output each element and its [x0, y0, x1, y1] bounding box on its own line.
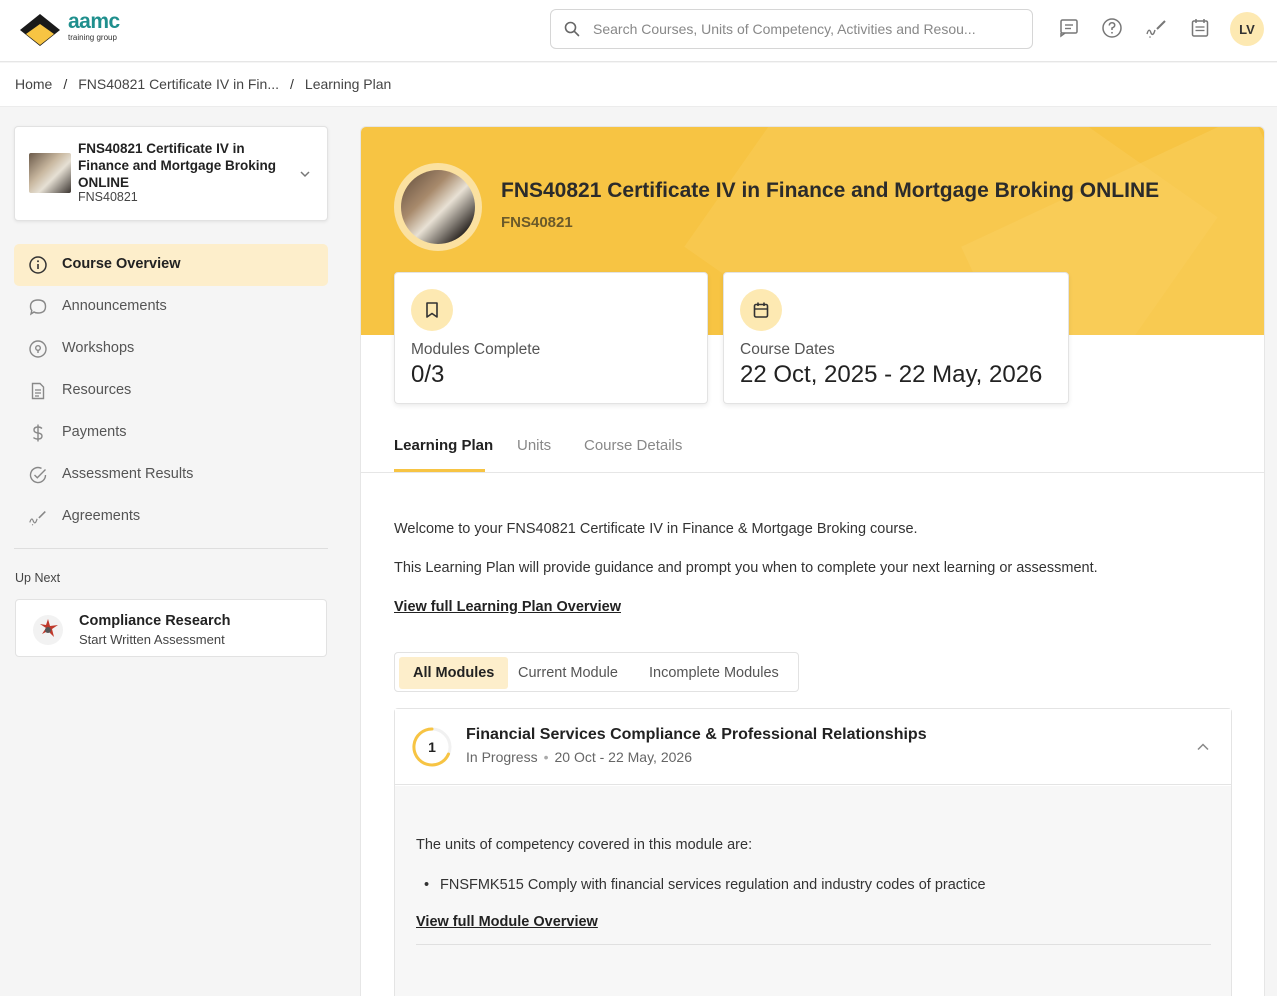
course-title: FNS40821 Certificate IV in Finance and M… [501, 179, 1160, 202]
search-box [550, 9, 1033, 49]
sidebar-item-label: Payments [62, 424, 127, 440]
tab-units[interactable]: Units [517, 437, 551, 454]
guidance-text: This Learning Plan will provide guidance… [394, 560, 1098, 576]
up-next-title: Compliance Research [79, 613, 231, 629]
tabs-divider [361, 472, 1264, 473]
module-overview-link[interactable]: View full Module Overview [416, 914, 598, 930]
tab-learning-plan[interactable]: Learning Plan [394, 437, 493, 454]
calendar-icon [740, 289, 782, 331]
document-icon [28, 381, 48, 401]
course-dates-value: 22 Oct, 2025 - 22 May, 2026 [740, 361, 1043, 388]
breadcrumb: Home / FNS40821 Certificate IV in Fin... / L… [15, 76, 391, 92]
calendar-icon[interactable] [1186, 14, 1214, 42]
messages-icon[interactable] [1055, 14, 1083, 42]
location-pin-icon [28, 339, 48, 359]
module-divider [416, 944, 1211, 945]
sidebar-item-label: Assessment Results [62, 466, 194, 482]
bookmark-icon [411, 289, 453, 331]
check-circle-icon [28, 465, 48, 485]
module-meta: In Progress • 20 Oct - 22 May, 2026 [466, 749, 692, 765]
breadcrumb-bar: Home / FNS40821 Certificate IV in Fin... / L… [0, 63, 1277, 107]
course-thumbnail [29, 153, 71, 193]
breadcrumb-home[interactable]: Home [15, 76, 52, 92]
sidebar-divider [14, 548, 328, 549]
brand-name: aamc [68, 10, 120, 33]
sidebar-item-label: Resources [62, 382, 132, 398]
brand-logo[interactable]: aamc training group [18, 8, 138, 52]
filter-incomplete-modules[interactable]: Incomplete Modules [635, 657, 793, 689]
sidebar-item-course-overview[interactable]: Course Overview [14, 244, 328, 286]
sidebar-item-resources[interactable]: Resources [14, 370, 328, 412]
info-icon [28, 255, 48, 275]
breadcrumb-separator: / [290, 76, 294, 92]
tab-course-details[interactable]: Course Details [584, 437, 682, 454]
module-body: The units of competency covered in this … [395, 786, 1231, 996]
sidebar-item-label: Announcements [62, 298, 167, 314]
course-dates-label: Course Dates [740, 341, 835, 358]
chevron-up-icon[interactable] [1195, 739, 1211, 755]
breadcrumb-course[interactable]: FNS40821 Certificate IV in Fin... [78, 76, 279, 92]
search-icon [564, 21, 580, 37]
breadcrumb-current: Learning Plan [304, 76, 392, 92]
sidebar-item-label: Course Overview [62, 256, 181, 272]
up-next-subtitle: Start Written Assessment [79, 632, 225, 647]
dollar-icon [28, 423, 48, 443]
modules-complete-value: 0/3 [411, 361, 445, 388]
logo-diamond-icon [20, 14, 60, 46]
top-bar: aamc training group LV [0, 0, 1277, 62]
course-code: FNS40821 [501, 214, 573, 231]
up-next-heading: Up Next [15, 571, 61, 585]
course-dates-card: Course Dates 22 Oct, 2025 - 22 May, 2026 [723, 272, 1069, 404]
course-selector[interactable]: FNS40821 Certificate IV in Finance and M… [14, 126, 328, 221]
course-image-photo [401, 170, 475, 244]
sidebar-item-agreements[interactable]: Agreements [14, 496, 328, 538]
module-dates: 20 Oct - 22 May, 2026 [554, 749, 692, 765]
module-number: 1 [428, 739, 436, 755]
course-image [394, 163, 482, 251]
modules-complete-label: Modules Complete [411, 341, 541, 358]
course-main-panel: FNS40821 Certificate IV in Finance and M… [360, 126, 1265, 996]
sidebar-item-label: Workshops [62, 340, 135, 356]
meta-separator: • [543, 749, 549, 765]
chevron-down-icon[interactable] [298, 167, 312, 181]
welcome-text: Welcome to your FNS40821 Certificate IV … [394, 521, 918, 537]
chat-bubble-icon [28, 297, 48, 317]
assessment-badge-icon [33, 615, 63, 645]
modules-complete-card: Modules Complete 0/3 [394, 272, 708, 404]
sidebar-item-assessment-results[interactable]: Assessment Results [14, 454, 328, 496]
learning-plan-overview-link[interactable]: View full Learning Plan Overview [394, 599, 621, 615]
user-avatar[interactable]: LV [1230, 12, 1264, 46]
module-filter: All Modules Current Module Incomplete Mo… [394, 652, 799, 692]
sidebar-item-payments[interactable]: Payments [14, 412, 328, 454]
module-card: 1 Financial Services Compliance & Profes… [394, 708, 1232, 996]
course-selector-title: FNS40821 Certificate IV in Finance and M… [78, 141, 277, 190]
module-unit-item: FNSFMK515 Comply with financial services… [424, 877, 986, 893]
signature-icon [28, 507, 48, 527]
sidebar-nav: Course Overview Announcements Workshops … [14, 244, 328, 538]
module-status: In Progress [466, 749, 538, 765]
search-input[interactable] [593, 18, 1023, 40]
sidebar-item-label: Agreements [62, 508, 141, 524]
breadcrumb-separator: / [63, 76, 68, 92]
course-selector-code: FNS40821 [78, 190, 138, 204]
up-next-card[interactable]: Compliance Research Start Written Assess… [15, 599, 327, 657]
module-title: Financial Services Compliance & Professi… [466, 726, 927, 743]
help-icon[interactable] [1098, 14, 1126, 42]
module-intro: The units of competency covered in this … [416, 837, 753, 853]
brand-tagline: training group [68, 33, 117, 42]
sidebar-item-announcements[interactable]: Announcements [14, 286, 328, 328]
agreements-icon[interactable] [1142, 14, 1170, 42]
module-header[interactable]: 1 Financial Services Compliance & Profes… [395, 709, 1231, 785]
filter-all-modules[interactable]: All Modules [399, 657, 509, 689]
filter-current-module[interactable]: Current Module [504, 657, 632, 689]
sidebar-item-workshops[interactable]: Workshops [14, 328, 328, 370]
